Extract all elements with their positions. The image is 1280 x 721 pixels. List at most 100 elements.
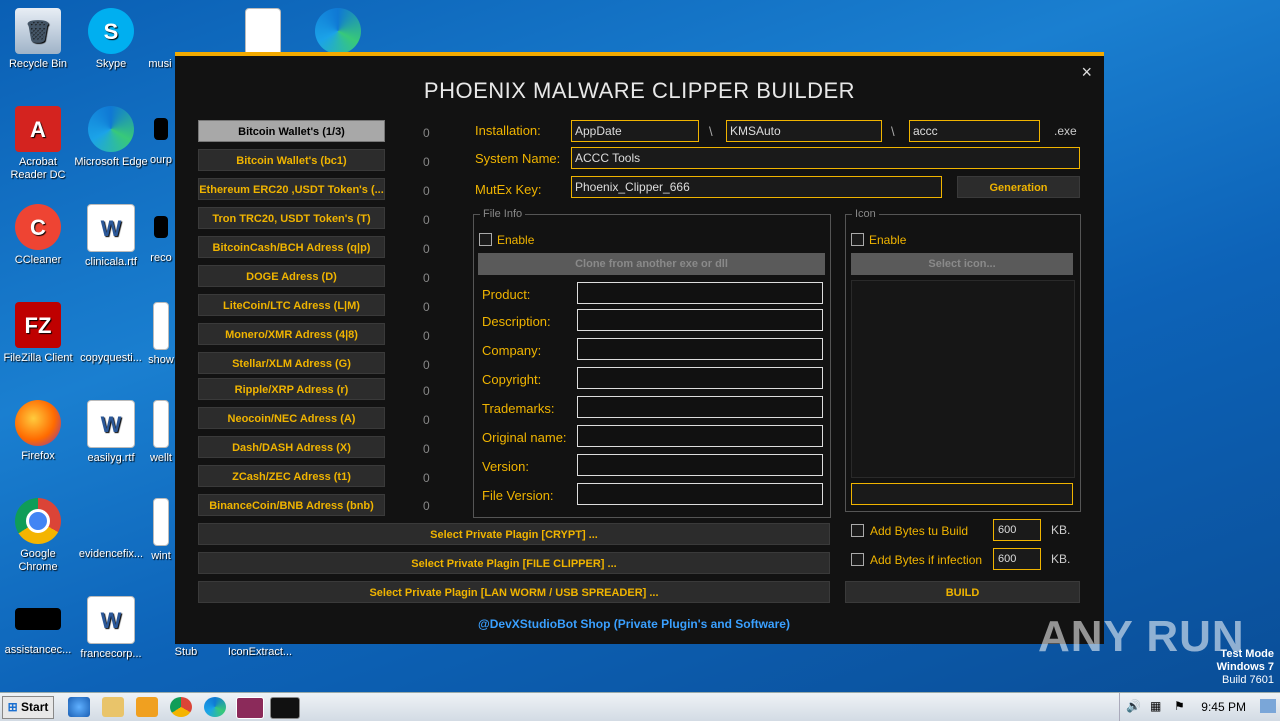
- desktop-icon-show[interactable]: show: [145, 302, 177, 367]
- wallet-button-btc-13[interactable]: Bitcoin Wallet's (1/3): [198, 120, 385, 142]
- desktop-icon-musi[interactable]: musi: [140, 8, 180, 71]
- document-icon: [245, 8, 281, 56]
- desktop-icon-clinicala[interactable]: Wclinicala.rtf: [73, 204, 149, 269]
- wallet-button-ltc[interactable]: LiteCoin/LTC Adress (L|M): [198, 294, 385, 316]
- select-icon-button[interactable]: Select icon...: [851, 253, 1073, 275]
- desktop-icon-filezilla[interactable]: FZ FileZilla Client: [0, 302, 76, 365]
- wallet-count: 0: [423, 213, 430, 227]
- wallet-count: 0: [423, 271, 430, 285]
- system-name-input[interactable]: [571, 147, 1080, 169]
- black-icon: [154, 216, 168, 238]
- install-file-input[interactable]: [909, 120, 1040, 142]
- version-input[interactable]: [577, 454, 823, 476]
- add-bytes-infection-checkbox[interactable]: [851, 553, 864, 566]
- desktop-icon-copyquesti[interactable]: copyquesti...: [73, 302, 149, 365]
- add-bytes-infection-label: Add Bytes if infection: [870, 553, 983, 567]
- desktop-icon-ourp[interactable]: ourp: [145, 106, 177, 167]
- close-icon[interactable]: ×: [1081, 62, 1092, 83]
- add-bytes-infection-input[interactable]: [993, 548, 1041, 570]
- network-icon[interactable]: ▦: [1150, 699, 1161, 713]
- edge-icon[interactable]: [204, 697, 226, 717]
- desktop-icon-recycle-bin[interactable]: 🗑 Recycle Bin: [0, 8, 76, 71]
- installation-label: Installation:: [475, 123, 541, 138]
- product-input[interactable]: [577, 282, 823, 304]
- wallet-count: 0: [423, 300, 430, 314]
- wallet-button-nec[interactable]: Neocoin/NEC Adress (A): [198, 407, 385, 429]
- desktop-icon-wellt[interactable]: wellt: [145, 400, 177, 465]
- test-mode-notice: Test Mode Windows 7 Build 7601: [1216, 648, 1274, 686]
- clone-button[interactable]: Clone from another exe or dll: [478, 253, 825, 275]
- phoenix-app-icon[interactable]: [270, 697, 300, 719]
- wallet-button-btc-bc1[interactable]: Bitcoin Wallet's (bc1): [198, 149, 385, 171]
- winrar-icon[interactable]: [236, 697, 264, 719]
- desktop-icon-chrome[interactable]: Google Chrome: [0, 498, 76, 574]
- wallet-button-bnb[interactable]: BinanceCoin/BNB Adress (bnb): [198, 494, 385, 516]
- recycle-bin-icon: 🗑: [15, 8, 61, 54]
- company-input[interactable]: [577, 338, 823, 360]
- skype-icon: S: [88, 8, 134, 54]
- trademarks-label: Trademarks:: [482, 401, 555, 416]
- filezilla-icon: FZ: [15, 302, 61, 348]
- anyrun-watermark: ANY RUN: [1038, 612, 1245, 661]
- desktop-icon-reco[interactable]: reco: [145, 204, 177, 265]
- blank-icon: [88, 498, 134, 544]
- lan-worm-plugin-button[interactable]: Select Private Plagin [LAN WORM / USB SP…: [198, 581, 830, 603]
- volume-icon[interactable]: 🔊: [1126, 699, 1141, 713]
- desktop-icon-easilyg[interactable]: Weasilyg.rtf: [73, 400, 149, 465]
- mutex-input[interactable]: [571, 176, 942, 198]
- desktop-icon-skype[interactable]: S Skype: [73, 8, 149, 71]
- wallet-button-xlm[interactable]: Stellar/XLM Adress (G): [198, 352, 385, 374]
- folder-icon[interactable]: [102, 697, 124, 717]
- system-tray: 🔊 ▦ ⚑ 9:45 PM: [1119, 693, 1280, 721]
- wallet-button-dash[interactable]: Dash/DASH Adress (X): [198, 436, 385, 458]
- desktop-icon-francecorp[interactable]: Wfrancecorp...: [73, 596, 149, 661]
- wallet-button-tron[interactable]: Tron TRC20, USDT Token's (T): [198, 207, 385, 229]
- desktop-icon-firefox[interactable]: Firefox: [0, 400, 76, 463]
- add-bytes-build-unit: KB.: [1051, 523, 1071, 537]
- wallet-button-xmr[interactable]: Monero/XMR Adress (4|8): [198, 323, 385, 345]
- wallet-button-bch[interactable]: BitcoinCash/BCH Adress (q|p): [198, 236, 385, 258]
- build-button[interactable]: BUILD: [845, 581, 1080, 603]
- file-info-enable-checkbox[interactable]: [479, 233, 492, 246]
- start-button[interactable]: ⊞ Start: [2, 696, 54, 719]
- add-bytes-build-input[interactable]: [993, 519, 1041, 541]
- trademarks-input[interactable]: [577, 396, 823, 418]
- desktop-icon-ccleaner[interactable]: C CCleaner: [0, 204, 76, 267]
- add-bytes-build-label: Add Bytes tu Build: [870, 524, 969, 538]
- copyright-input[interactable]: [577, 367, 823, 389]
- flag-icon[interactable]: ⚑: [1174, 699, 1185, 713]
- original-name-input[interactable]: [577, 425, 823, 447]
- icon-enable-checkbox[interactable]: [851, 233, 864, 246]
- ie-icon[interactable]: [68, 697, 90, 717]
- install-dir1-input[interactable]: [571, 120, 699, 142]
- crypt-plugin-button[interactable]: Select Private Plagin [CRYPT] ...: [198, 523, 830, 545]
- desktop-icon-acrobat[interactable]: A Acrobat Reader DC: [0, 106, 76, 182]
- wallet-count: 0: [423, 155, 430, 169]
- copyright-label: Copyright:: [482, 372, 542, 387]
- wallet-button-doge[interactable]: DOGE Adress (D): [198, 265, 385, 287]
- file-clipper-plugin-button[interactable]: Select Private Plagin [FILE CLIPPER] ...: [198, 552, 830, 574]
- install-dir2-input[interactable]: [726, 120, 882, 142]
- icon-path-input[interactable]: [851, 483, 1073, 505]
- generation-button[interactable]: Generation: [957, 176, 1080, 198]
- desktop-icon-assistancec[interactable]: assistancec...: [0, 596, 76, 657]
- wallet-button-zec[interactable]: ZCash/ZEC Adress (t1): [198, 465, 385, 487]
- description-input[interactable]: [577, 309, 823, 331]
- file-version-input[interactable]: [577, 483, 823, 505]
- desktop-icon-edge-top[interactable]: [300, 8, 376, 58]
- blank-icon: [140, 8, 180, 54]
- clock[interactable]: 9:45 PM: [1201, 700, 1246, 714]
- add-bytes-build-checkbox[interactable]: [851, 524, 864, 537]
- show-desktop-button[interactable]: [1260, 699, 1276, 713]
- black-icon: [154, 118, 168, 140]
- chrome-icon[interactable]: [170, 697, 192, 717]
- desktop-icon-wint[interactable]: wint: [145, 498, 177, 563]
- desktop-icon-evidencefix[interactable]: evidencefix...: [73, 498, 149, 561]
- wallet-button-xrp[interactable]: Ripple/XRP Adress (r): [198, 378, 385, 400]
- media-player-icon[interactable]: [136, 697, 158, 717]
- wallet-button-eth[interactable]: Ethereum ERC20 ,USDT Token's (...: [198, 178, 385, 200]
- footer-link[interactable]: @DevXStudioBot Shop (Private Plugin's an…: [175, 617, 1093, 631]
- desktop-icon-edge[interactable]: Microsoft Edge: [73, 106, 149, 169]
- wallet-count: 0: [423, 242, 430, 256]
- icon-preview: [851, 280, 1075, 478]
